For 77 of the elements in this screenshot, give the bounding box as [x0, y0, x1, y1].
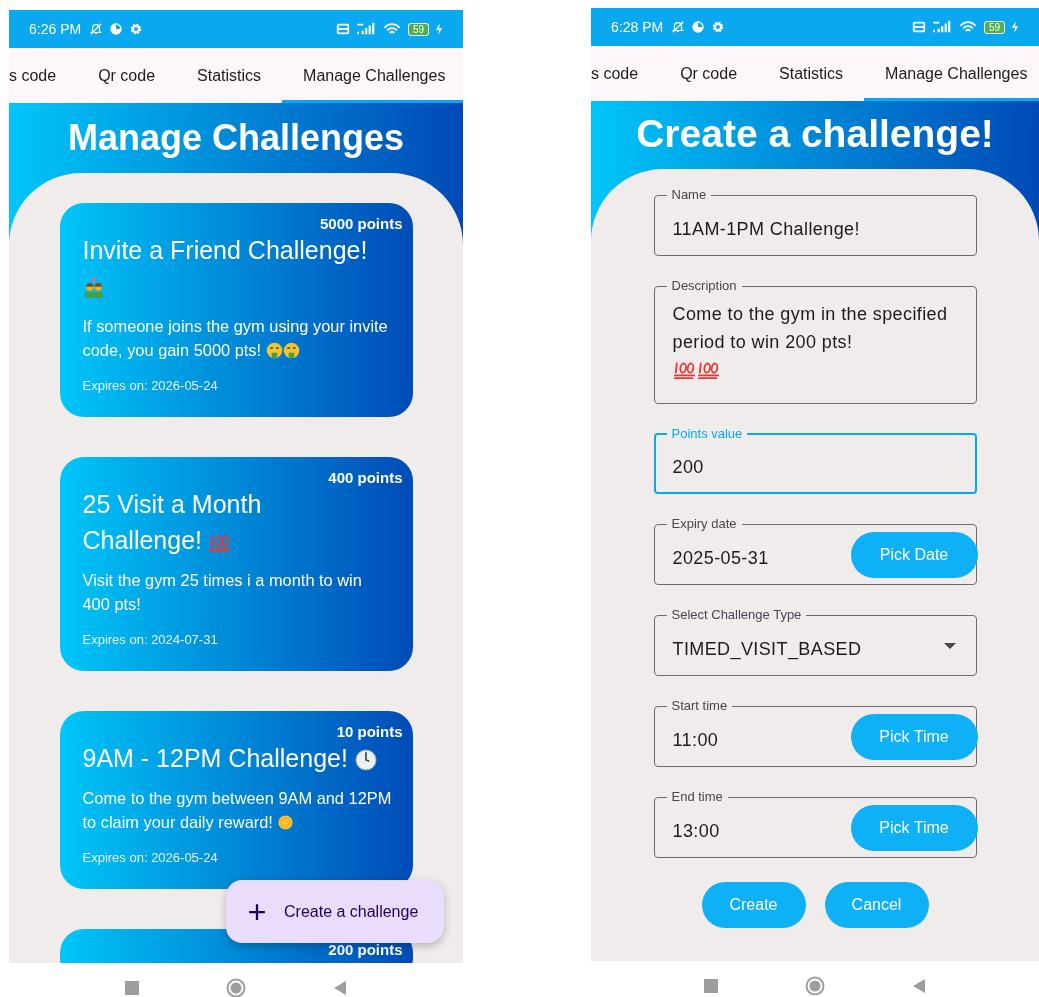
tab[interactable]: Qr code [77, 48, 177, 103]
input-field[interactable]: Name 11AM-1PM Challenge! [653, 187, 977, 256]
field-label: Select Challenge Type [670, 607, 803, 623]
plus-icon [248, 902, 266, 921]
tab[interactable]: s code [9, 48, 78, 103]
mute-icon [89, 22, 104, 36]
input-field[interactable]: Start time 11:00 Pick Time [653, 698, 977, 767]
home-icon[interactable] [805, 976, 825, 995]
screen-title: Manage Challenges [66, 117, 406, 159]
charging-icon [435, 22, 443, 36]
field-label: Expiry date [670, 516, 738, 532]
challenge-title: 9AM - 12PM Challenge! [82, 740, 403, 776]
volte-icon [335, 22, 350, 36]
expiry-date: Expires on: 2026-05-24 [82, 378, 219, 393]
data-saver-icon [691, 20, 706, 34]
challenge-description: Come to the gym between 9AM and 12PM to claim your daily reward! [82, 788, 393, 833]
field-label: Name [670, 187, 708, 203]
battery-indicator: 59 [407, 22, 429, 36]
field-label: End time [670, 789, 724, 805]
wifi-icon [381, 22, 402, 36]
signal-icon [355, 22, 376, 36]
couple-icon [82, 277, 105, 299]
charging-icon [1011, 20, 1019, 34]
tab[interactable]: s code [591, 46, 660, 101]
status-time: 6:26 PM [29, 21, 82, 37]
field-value: 11:00 [672, 729, 719, 752]
expiry-date: Expires on: 2026-05-24 [82, 850, 219, 865]
field-value: Come to the gym in the specified period to win 200 pts! [672, 300, 976, 384]
create-challenge-button[interactable]: Create a challenge [226, 880, 444, 943]
coin-icon [277, 814, 295, 831]
points-label: 5000 points [319, 215, 403, 232]
challenge-title: 25 Visit a Month Challenge! [82, 489, 263, 556]
challenge-card[interactable]: 5000 points Invite a Friend Challenge! If someone joins the gym using your invite code, you gain 5000 pts! Expires on: 2026-05-24 [59, 203, 413, 417]
field-label: Description [670, 278, 738, 294]
dropdown-field[interactable]: Select Challenge Type TIMED_VISIT_BASED [653, 607, 977, 676]
caret-icon[interactable] [943, 643, 956, 649]
challenge-card[interactable]: 10 points 9AM - 12PM Challenge! Come to the gym between 9AM and 12PM to claim your daily reward! Expires on: 2026-05-24 [59, 711, 413, 889]
tab[interactable]: Statistics [176, 48, 283, 103]
data-saver-icon [109, 22, 124, 36]
mute-icon [671, 20, 686, 34]
field-value: 13:00 [672, 820, 720, 843]
input-field[interactable]: Expiry date 2025-05-31 Pick Date [653, 516, 977, 585]
status-time: 6:28 PM [611, 19, 664, 35]
recents-icon[interactable] [124, 980, 140, 996]
challenge-title: Invite a Friend Challenge! [82, 232, 403, 304]
settings-icon [711, 20, 726, 34]
input-field[interactable]: Description Come to the gym in the specified period to win 200 pts! [653, 278, 977, 404]
field-value: TIMED_VISIT_BASED [672, 638, 862, 662]
screen-title: Create a challenge! [635, 113, 995, 155]
field-label: Points value [670, 426, 744, 442]
field-value: 11AM-1PM Challenge! [672, 218, 860, 241]
clock-icon [354, 749, 377, 771]
money-emoji-icon [282, 342, 300, 359]
money-emoji-icon [265, 342, 283, 359]
challenge-description: Visit the gym 25 times i a month to win 400 pts! [82, 570, 363, 615]
challenge-description: If someone joins the gym using your invite code, you gain 5000 pts! [82, 316, 389, 361]
input-field[interactable]: Points value 200 [653, 426, 977, 494]
points-label: 10 points [336, 723, 403, 740]
back-icon[interactable] [332, 980, 348, 996]
home-icon[interactable] [226, 978, 246, 997]
settings-icon [129, 22, 144, 36]
wifi-icon [957, 20, 978, 34]
expiry-date: Expires on: 2024-07-31 [82, 632, 219, 647]
points-label: 400 points [328, 469, 403, 486]
tab[interactable]: Qr code [659, 46, 759, 101]
points-label: 200 points [328, 941, 403, 958]
input-field[interactable]: End time 13:00 Pick Time [653, 789, 977, 858]
tab[interactable]: Statistics [758, 46, 865, 101]
volte-icon [911, 20, 926, 34]
back-icon[interactable] [911, 978, 927, 994]
field-value: 2025-05-31 [672, 547, 769, 570]
challenge-card[interactable]: 400 points 25 Visit a Month Challenge! Visit the gym 25 times i a month to win 400 pts! Expires on: 2024-07-31 [59, 457, 413, 671]
field-value: 200 [672, 456, 704, 479]
signal-icon [931, 20, 952, 34]
recents-icon[interactable] [703, 978, 719, 994]
field-label: Start time [670, 698, 729, 714]
battery-indicator: 59 [983, 20, 1005, 34]
